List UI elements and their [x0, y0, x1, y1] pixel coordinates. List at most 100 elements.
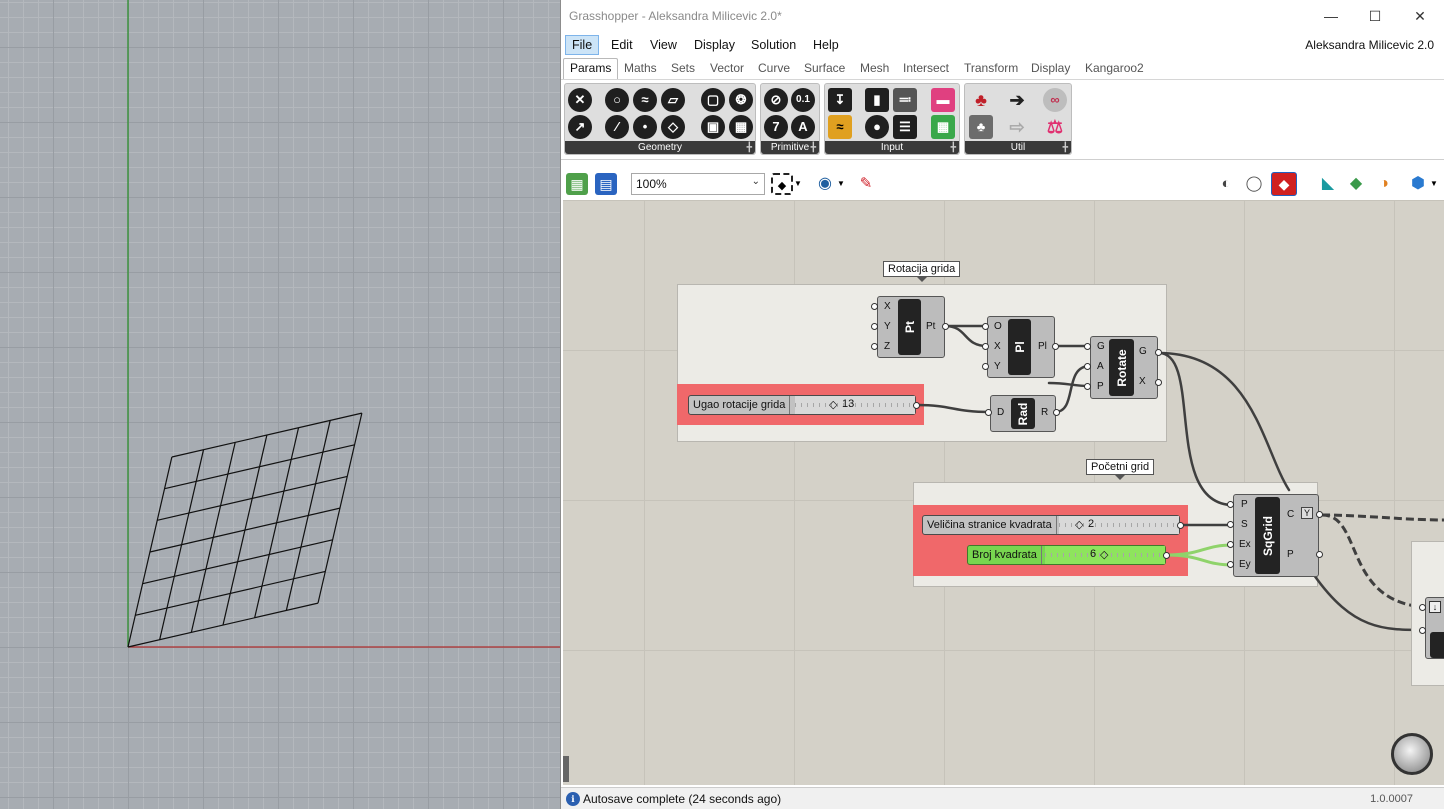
tab-curve[interactable]: Curve — [758, 61, 790, 75]
slider-handle-icon[interactable]: ◇ — [829, 398, 837, 411]
input-grip[interactable] — [1227, 501, 1234, 508]
input-grip[interactable] — [1084, 343, 1091, 350]
wireframe-preview-icon[interactable]: ◯ — [1243, 173, 1265, 195]
component-construct-plane[interactable]: Pl O X Y Pl — [987, 316, 1055, 378]
input-grip[interactable] — [1419, 604, 1426, 611]
input-size[interactable]: S — [1241, 519, 1248, 530]
brep-param-icon[interactable]: ▢ — [701, 88, 725, 112]
tab-display[interactable]: Display — [1031, 61, 1070, 75]
output-grip[interactable] — [1053, 409, 1060, 416]
shaded-preview-icon[interactable]: ◆ — [1271, 172, 1297, 196]
maximize-icon[interactable]: ☐ — [1365, 6, 1385, 26]
input-plane[interactable]: P — [1241, 499, 1248, 510]
tree-icon[interactable]: ♣ — [969, 115, 993, 139]
input-grip[interactable] — [871, 323, 878, 330]
input-z[interactable]: Z — [884, 341, 890, 352]
input-y[interactable]: Y — [994, 361, 1001, 372]
eye-icon[interactable]: ◉ — [814, 173, 836, 195]
tab-params[interactable]: Params — [563, 58, 619, 79]
grasshopper-canvas[interactable]: Rotacija grida Početni grid Pt X Y Z Pt … — [563, 200, 1444, 785]
save-icon[interactable]: ▤ — [595, 173, 617, 195]
open-folder-icon[interactable]: ▦ — [566, 173, 588, 195]
tab-transform[interactable]: Transform — [964, 61, 1018, 75]
expand-icon[interactable]: ╋ — [747, 141, 752, 154]
output-pt[interactable]: Pt — [926, 321, 935, 332]
chevron-down-icon[interactable]: ▼ — [1429, 173, 1439, 195]
material-preview-icon[interactable]: ◑ — [1373, 173, 1395, 195]
surface-param-icon[interactable]: ▱ — [661, 88, 685, 112]
zoom-select[interactable]: 100% ⌄ — [631, 173, 765, 195]
value-list-icon[interactable]: ☰ — [893, 115, 917, 139]
minimize-icon[interactable]: — — [1321, 6, 1341, 26]
input-grip[interactable] — [982, 323, 989, 330]
output-grip[interactable] — [1177, 522, 1184, 529]
input-y[interactable]: Y — [884, 321, 891, 332]
output-grip[interactable] — [1316, 551, 1323, 558]
matrix-icon[interactable]: ▦ — [931, 115, 955, 139]
input-grip[interactable] — [871, 303, 878, 310]
button-input-icon[interactable]: ● — [865, 115, 889, 139]
rhino-viewport[interactable] — [0, 0, 560, 809]
input-grip[interactable] — [985, 409, 992, 416]
slider-handle-icon[interactable]: ◇ — [1075, 518, 1083, 531]
input-grip[interactable] — [982, 363, 989, 370]
input-grip[interactable] — [1084, 383, 1091, 390]
zoom-extents-icon[interactable]: ◆ — [771, 173, 793, 195]
output-grip[interactable] — [1155, 349, 1162, 356]
mesh-param-icon[interactable]: ❂ — [729, 88, 753, 112]
selected-preview-icon[interactable]: ◣ — [1317, 173, 1339, 195]
input-grip[interactable] — [871, 343, 878, 350]
output-grip[interactable] — [1155, 379, 1162, 386]
slider-square-size[interactable]: Veličina stranice kvadrata ◇ 2 — [922, 515, 1180, 535]
menu-edit[interactable]: Edit — [605, 35, 639, 55]
input-grip[interactable] — [1227, 541, 1234, 548]
mesh-quality-icon[interactable]: ⬢ — [1407, 173, 1429, 195]
input-geometry[interactable]: G — [1097, 341, 1105, 352]
curve-param-icon[interactable]: ≈ — [633, 88, 657, 112]
data-output-icon[interactable]: ➔ — [1005, 88, 1029, 112]
input-extent-x[interactable]: Ex — [1239, 539, 1251, 550]
output-transform[interactable]: X — [1139, 376, 1146, 387]
input-grip[interactable] — [1084, 363, 1091, 370]
slider-icon[interactable]: ▬ — [931, 88, 955, 112]
output-grip[interactable] — [1052, 343, 1059, 350]
input-plane[interactable]: P — [1097, 381, 1104, 392]
panel-download-icon[interactable]: ↧ — [828, 88, 852, 112]
component-construct-point[interactable]: Pt X Y Z Pt — [877, 296, 945, 358]
output-grip[interactable] — [1163, 552, 1170, 559]
chevron-down-icon[interactable]: ▼ — [836, 173, 846, 195]
expand-icon[interactable]: ╋ — [1063, 141, 1068, 154]
menu-display[interactable]: Display — [688, 35, 741, 55]
slider-square-count[interactable]: Broj kvadrata 6 ◇ — [967, 545, 1166, 565]
vector-param-icon[interactable]: ↗ — [568, 115, 592, 139]
tab-maths[interactable]: Maths — [624, 61, 657, 75]
box-param-icon[interactable]: ▣ — [701, 115, 725, 139]
output-geometry[interactable]: G — [1139, 346, 1147, 357]
component-square-grid[interactable]: SqGrid P S Ex Ey C Y P — [1233, 494, 1319, 577]
slider-rotation-angle[interactable]: Ugao rotacije grida ◇ 13 — [688, 395, 916, 415]
component-radians[interactable]: Rad D R — [990, 395, 1056, 432]
menu-solution[interactable]: Solution — [745, 35, 802, 55]
component-offscreen[interactable]: ↓ — [1425, 597, 1444, 659]
document-preview-icon[interactable]: ◆ — [1345, 173, 1367, 195]
number-param-icon[interactable]: 0.1 — [791, 88, 815, 112]
plane-param-icon[interactable]: ◇ — [661, 115, 685, 139]
input-o[interactable]: O — [994, 321, 1002, 332]
tab-mesh[interactable]: Mesh — [860, 61, 889, 75]
graph-mapper-icon[interactable]: ≈ — [828, 115, 852, 139]
tab-intersect[interactable]: Intersect — [903, 61, 949, 75]
input-x[interactable]: X — [884, 301, 891, 312]
output-points[interactable]: P — [1287, 549, 1294, 560]
slider-track[interactable] — [795, 396, 915, 414]
chevron-down-icon[interactable]: ▼ — [793, 173, 803, 195]
tab-surface[interactable]: Surface — [804, 61, 845, 75]
canvas-navigation-icon[interactable] — [1391, 733, 1433, 775]
field-param-icon[interactable]: ▦ — [729, 115, 753, 139]
integer-param-icon[interactable]: 7 — [764, 115, 788, 139]
geometry-param-icon[interactable]: ✕ — [568, 88, 592, 112]
output-radians[interactable]: R — [1041, 407, 1048, 418]
text-param-icon[interactable]: A — [791, 115, 815, 139]
gradient-icon[interactable]: ≕ — [893, 88, 917, 112]
preview-off-icon[interactable]: ◐ — [1215, 173, 1237, 195]
input-degrees[interactable]: D — [997, 407, 1004, 418]
